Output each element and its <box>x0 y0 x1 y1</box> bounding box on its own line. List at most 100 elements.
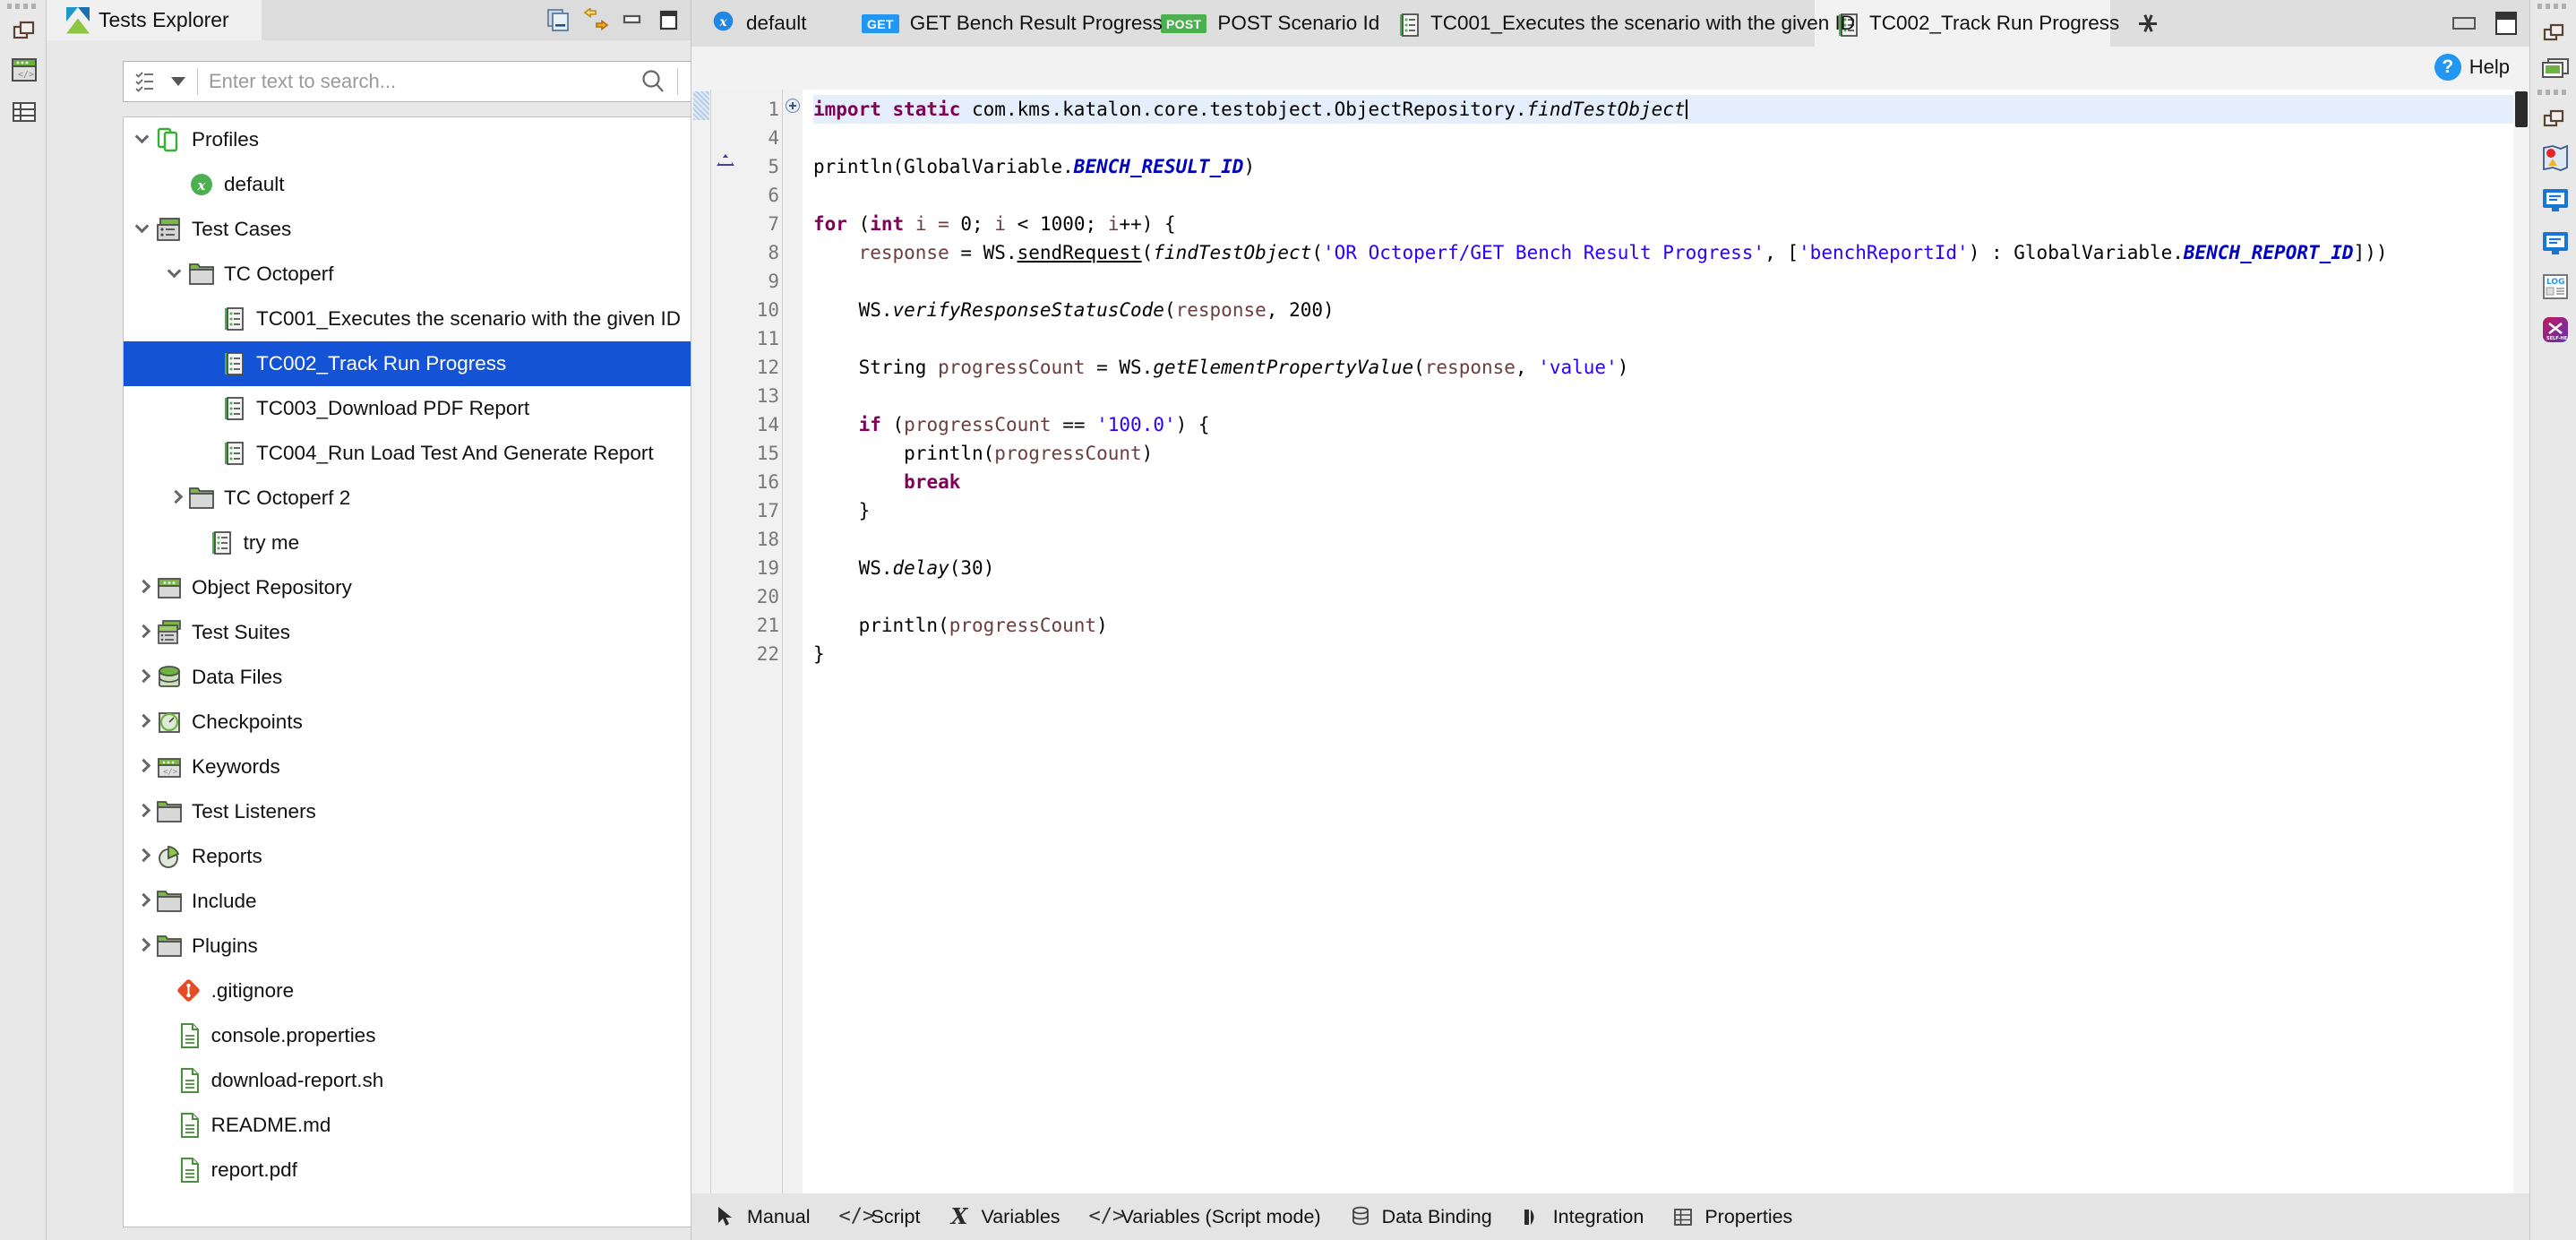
tree-item-test-cases[interactable]: Test Cases <box>124 207 726 252</box>
code-line[interactable] <box>813 324 2529 353</box>
tree-item-include[interactable]: Include <box>124 879 726 924</box>
tree-item-try-me[interactable]: try me <box>124 521 726 565</box>
chevron-down-icon[interactable] <box>165 263 188 286</box>
minimize-icon[interactable] <box>620 8 644 32</box>
link-with-editor-icon[interactable] <box>583 8 607 32</box>
expand-import-icon[interactable] <box>786 99 800 113</box>
tree-item-tc003-download-pdf-report[interactable]: TC003_Download PDF Report <box>124 386 726 431</box>
bottom-tab-variables[interactable]: XVariables <box>934 1196 1074 1237</box>
editor-tab-tc002-track-run-progress[interactable]: TC002_Track Run Progress <box>1815 0 2110 47</box>
bottom-tab-script[interactable]: </>Script <box>825 1196 935 1237</box>
code-folding-column[interactable] <box>783 90 803 1193</box>
code-line[interactable] <box>813 382 2529 410</box>
bottom-tab-data-binding[interactable]: Data Binding <box>1335 1196 1507 1237</box>
tree-item-readme-md[interactable]: README.md <box>124 1103 726 1148</box>
chevron-right-icon[interactable] <box>133 621 156 644</box>
tree-item-report-pdf[interactable]: report.pdf <box>124 1148 726 1193</box>
tree-item-tc002-track-run-progress[interactable]: TC002_Track Run Progress <box>124 341 726 386</box>
collapse-all-icon[interactable] <box>546 8 571 32</box>
editor-tab-tc001-executes-the-scenario-with-the-given-id[interactable]: TC001_Executes the scenario with the giv… <box>1376 0 1815 47</box>
chevron-right-icon[interactable] <box>133 755 156 779</box>
tree-item-profiles[interactable]: Profiles <box>124 117 726 162</box>
tree-item-tc-octoperf[interactable]: TC Octoperf <box>124 252 726 297</box>
search-icon[interactable] <box>638 66 668 97</box>
tree-item-object-repository[interactable]: Object Repository <box>124 565 726 610</box>
scrollbar-thumb[interactable] <box>2515 91 2528 127</box>
code-line[interactable]: String progressCount = WS.getElementProp… <box>813 353 2529 382</box>
chevron-right-icon[interactable] <box>133 576 156 599</box>
rail-drag-handle[interactable] <box>2537 90 2570 95</box>
restore-view-icon[interactable] <box>2541 20 2568 47</box>
tree-item-keywords[interactable]: </>Keywords <box>124 745 726 789</box>
chevron-right-icon[interactable] <box>133 934 156 958</box>
console-2-icon[interactable] <box>2541 229 2568 258</box>
code-line[interactable]: import static com.kms.katalon.core.testo… <box>813 95 2529 124</box>
code-line[interactable] <box>813 267 2529 296</box>
chevron-down-icon[interactable] <box>133 218 156 241</box>
bottom-tab-variables-script-mode[interactable]: </>Variables (Script mode) <box>1075 1196 1335 1237</box>
chevron-down-icon[interactable] <box>171 77 185 86</box>
keywords-browser-icon[interactable]: </> <box>11 56 38 86</box>
chevron-right-icon[interactable] <box>133 845 156 868</box>
warning-marker-icon[interactable] <box>717 154 734 166</box>
code-line[interactable] <box>813 525 2529 554</box>
editor-vertical-scrollbar[interactable] <box>2513 90 2529 1193</box>
rail-drag-handle[interactable] <box>7 4 39 9</box>
window-stack-icon[interactable] <box>2541 56 2568 82</box>
code-line[interactable] <box>813 124 2529 152</box>
console-icon[interactable] <box>2541 186 2568 215</box>
search-input[interactable] <box>198 70 638 93</box>
code-scroll-area[interactable]: import static com.kms.katalon.core.testo… <box>803 90 2529 1193</box>
annotation-column[interactable] <box>711 90 740 1193</box>
maximize-icon[interactable] <box>2495 12 2517 35</box>
code-line[interactable]: println(progressCount) <box>813 439 2529 468</box>
tree-item-tc004-run-load-test-and-generate-report[interactable]: TC004_Run Load Test And Generate Report <box>124 431 726 476</box>
code-line[interactable] <box>813 181 2529 210</box>
code-line[interactable]: println(GlobalVariable.BENCH_RESULT_ID) <box>813 152 2529 181</box>
maximize-icon[interactable] <box>657 8 681 32</box>
chevron-right-icon[interactable] <box>133 666 156 689</box>
chevron-right-icon[interactable] <box>133 800 156 823</box>
editor-tab-default[interactable]: xdefault <box>691 0 842 47</box>
chevron-right-icon[interactable] <box>133 890 156 913</box>
bottom-tab-integration[interactable]: Integration <box>1507 1196 1659 1237</box>
tree-item-test-suites[interactable]: Test Suites <box>124 610 726 655</box>
code-line[interactable]: break <box>813 468 2529 496</box>
tree-item-gitignore[interactable]: .gitignore <box>124 969 726 1013</box>
tab-tests-explorer[interactable]: Tests Explorer <box>47 0 262 40</box>
restore-view-icon[interactable] <box>11 18 38 45</box>
code-line[interactable]: } <box>813 640 2529 668</box>
tree-item-checkpoints[interactable]: Checkpoints <box>124 700 726 745</box>
editor-tab-post-scenario-id[interactable]: POSTPOST Scenario Id <box>1141 0 1376 47</box>
code-line[interactable]: } <box>813 496 2529 525</box>
self-healing-icon[interactable]: SELF-HEALING <box>2541 315 2568 346</box>
tree-item-test-listeners[interactable]: Test Listeners <box>124 789 726 834</box>
code-line[interactable]: if (progressCount == '100.0') { <box>813 410 2529 439</box>
help-button[interactable]: ? Help <box>2434 54 2510 81</box>
code-line[interactable]: WS.delay(30) <box>813 554 2529 582</box>
bottom-tab-properties[interactable]: Properties <box>1658 1196 1807 1237</box>
code-line[interactable]: WS.verifyResponseStatusCode(response, 20… <box>813 296 2529 324</box>
marker-column[interactable] <box>691 90 711 1193</box>
code-line[interactable]: response = WS.sendRequest(findTestObject… <box>813 238 2529 267</box>
tree-item-download-report-sh[interactable]: download-report.sh <box>124 1058 726 1103</box>
tree-item-default[interactable]: xdefault <box>124 162 726 207</box>
test-explorer-tree[interactable]: ProfilesxdefaultTest CasesTC Octoperf TC0… <box>123 116 727 1227</box>
code-line[interactable] <box>813 582 2529 611</box>
restore-view-2-icon[interactable] <box>2541 106 2568 133</box>
tree-item-data-files[interactable]: Data Files <box>124 655 726 700</box>
tree-item-console-properties[interactable]: console.properties <box>124 1013 726 1058</box>
chevron-right-icon[interactable] <box>165 487 188 510</box>
minimize-icon[interactable] <box>2452 17 2476 30</box>
log-viewer-icon[interactable]: LOG <box>2541 272 2568 301</box>
code-line[interactable]: println(progressCount) <box>813 611 2529 640</box>
editor-tab-get-bench-result-progress[interactable]: GETGET Bench Result Progress <box>842 0 1141 47</box>
filter-list-icon[interactable] <box>133 69 159 94</box>
tree-item-reports[interactable]: Reports <box>124 834 726 879</box>
object-spy-icon[interactable] <box>2541 143 2568 174</box>
tree-item-plugins[interactable]: Plugins <box>124 924 726 969</box>
bottom-tab-manual[interactable]: Manual <box>700 1196 825 1237</box>
code-line[interactable]: for (int i = 0; i < 1000; i++) { <box>813 210 2529 238</box>
chevron-right-icon[interactable] <box>133 710 156 734</box>
rail-drag-handle[interactable] <box>2537 4 2570 9</box>
